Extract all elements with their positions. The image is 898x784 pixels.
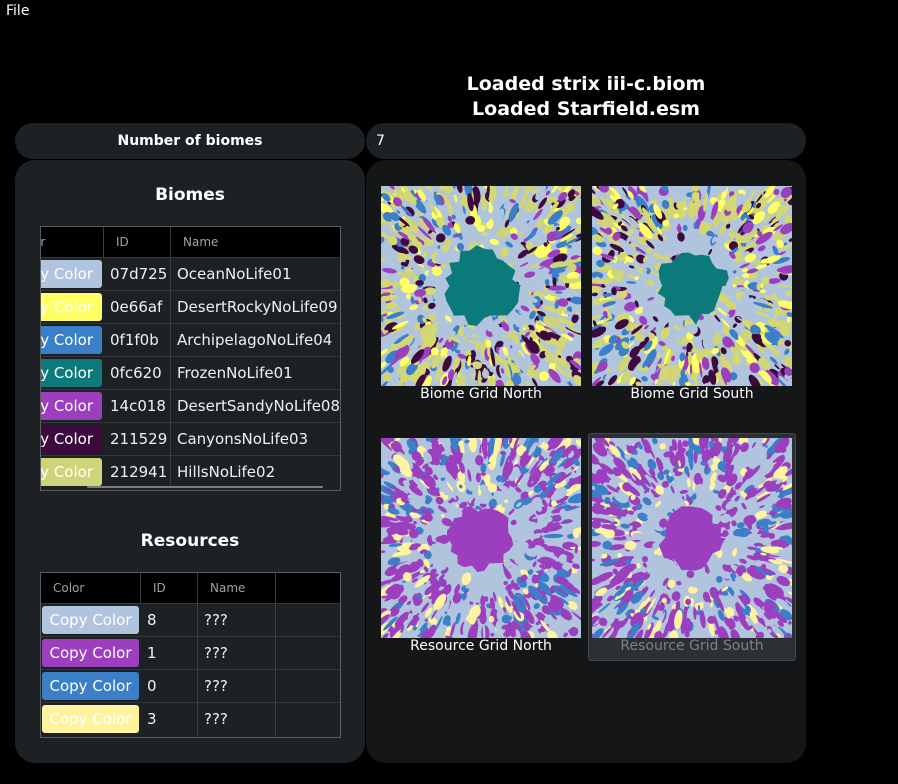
copy-color-button[interactable]: Copy Color: [41, 392, 102, 420]
biome-id-cell: 14c018: [104, 390, 171, 422]
menu-bar: File: [0, 0, 898, 22]
biome-id-cell: 0e66af: [104, 291, 171, 323]
biome-id-cell: 07d725: [104, 258, 171, 290]
biome-name-cell: HillsNoLife02: [177, 463, 276, 481]
biome-count-label: Number of biomes: [117, 133, 263, 149]
biome-row: Copy Color212941 HillsNoLife02: [41, 455, 340, 488]
resource-name-cell: ???: [198, 637, 276, 669]
resources-col-extra: [276, 573, 340, 603]
tables-panel: Biomes Color ID Name Copy Color07d725Oce…: [15, 160, 365, 763]
resource-name-cell: ???: [198, 670, 276, 702]
biome-name-cell: DesertRockyNoLife09: [177, 298, 338, 316]
resource-extra-cell: [276, 670, 340, 702]
resource-row: Copy Color 0???: [41, 669, 340, 702]
copy-color-button[interactable]: Copy Color: [42, 672, 139, 700]
biome-count-input[interactable]: 7: [366, 123, 806, 159]
biome-grid-north-image[interactable]: [381, 186, 581, 386]
biome-count-value: 7: [376, 133, 385, 149]
resource-row: Copy Color 1???: [41, 636, 340, 669]
resource-grid-north-label: Resource Grid North: [410, 638, 552, 654]
copy-color-button[interactable]: Copy Color: [41, 425, 102, 453]
biome-grid-north-label: Biome Grid North: [420, 386, 542, 402]
biome-name-cell: ArchipelagoNoLife04: [177, 331, 333, 349]
biome-id-cell: 212941: [104, 456, 171, 488]
resource-grid-south-image[interactable]: [592, 438, 792, 638]
resources-col-name[interactable]: Name: [198, 573, 276, 603]
biome-row: Copy Color14c018 DesertSandyNoLife08: [41, 389, 340, 422]
resource-row: Copy Color 8???: [41, 603, 340, 636]
biome-id-cell: 211529: [104, 423, 171, 455]
biome-row: Copy Color0fc620 FrozenNoLife01: [41, 356, 340, 389]
resource-id-cell: 1: [141, 637, 198, 669]
resource-id-cell: 3: [141, 703, 198, 735]
resources-col-color[interactable]: Color: [41, 573, 141, 603]
status-line-biom: Loaded strix iii-c.biom: [466, 73, 706, 95]
biomes-table[interactable]: Color ID Name Copy Color07d725OceanNoLif…: [40, 226, 341, 491]
biome-row: Copy Color0f1f0b ArchipelagoNoLife04: [41, 323, 340, 356]
biome-name-cell: FrozenNoLife01: [177, 364, 293, 382]
resources-table-header: Color ID Name: [41, 573, 340, 603]
resource-extra-cell: [276, 637, 340, 669]
copy-color-button[interactable]: Copy Color: [42, 639, 139, 667]
biome-grid-south-image[interactable]: [592, 186, 792, 386]
biome-name-cell: CanyonsNoLife03: [177, 430, 309, 448]
biome-row: Copy Color07d725 OceanNoLife01: [41, 257, 340, 290]
biome-grid-south-label: Biome Grid South: [630, 386, 754, 402]
resource-id-cell: 0: [141, 670, 198, 702]
menu-file[interactable]: File: [6, 3, 29, 19]
resource-row: Copy Color 3???: [41, 702, 340, 735]
biomes-col-name[interactable]: Name: [171, 227, 340, 257]
resources-title: Resources: [140, 531, 240, 551]
copy-color-button[interactable]: Copy Color: [41, 293, 102, 321]
resource-name-cell: ???: [198, 703, 276, 735]
resources-table[interactable]: Color ID Name Copy Color 8??? Copy Color 1?…: [40, 572, 341, 738]
resource-grid-north-image[interactable]: [381, 438, 581, 638]
biomes-col-color[interactable]: Color: [41, 227, 104, 257]
resource-grid-south-label: Resource Grid South: [620, 638, 764, 654]
biome-id-cell: 0f1f0b: [104, 324, 171, 356]
copy-color-button[interactable]: Copy Color: [42, 606, 139, 634]
copy-color-button[interactable]: Copy Color: [42, 705, 139, 733]
status-messages: Loaded strix iii-c.biom Loaded Starfield…: [440, 72, 732, 122]
copy-color-button[interactable]: Copy Color: [41, 359, 102, 387]
resource-extra-cell: [276, 604, 340, 636]
status-line-esm: Loaded Starfield.esm: [472, 98, 700, 120]
biomes-horizontal-scrollbar[interactable]: [87, 486, 323, 488]
biomes-table-header: Color ID Name: [41, 227, 340, 257]
biome-name-cell: DesertSandyNoLife08: [177, 397, 340, 415]
copy-color-button[interactable]: Copy Color: [41, 260, 102, 288]
resources-col-id[interactable]: ID: [141, 573, 198, 603]
biomes-col-id[interactable]: ID: [104, 227, 171, 257]
resource-id-cell: 8: [141, 604, 198, 636]
biome-row: Copy Color0e66af DesertRockyNoLife09: [41, 290, 340, 323]
resource-name-cell: ???: [198, 604, 276, 636]
biome-count-label-box: Number of biomes: [15, 123, 365, 159]
resource-extra-cell: [276, 703, 340, 735]
biomes-title: Biomes: [155, 185, 225, 205]
biome-row: Copy Color211529 CanyonsNoLife03: [41, 422, 340, 455]
copy-color-button[interactable]: Copy Color: [41, 458, 102, 486]
copy-color-button[interactable]: Copy Color: [41, 326, 102, 354]
biome-name-cell: OceanNoLife01: [177, 265, 292, 283]
biome-id-cell: 0fc620: [104, 357, 171, 389]
